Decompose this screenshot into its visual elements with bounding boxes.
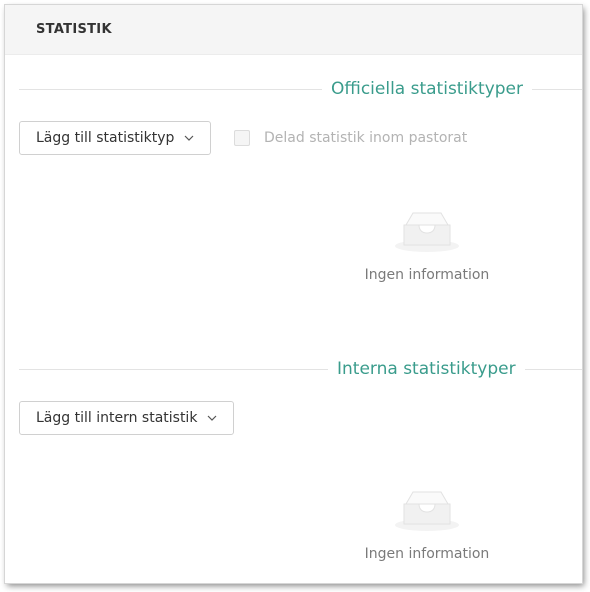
chevron-down-icon — [184, 135, 194, 141]
shared-statistics-checkbox[interactable] — [234, 130, 250, 146]
statistics-panel: STATISTIK Officiella statistiktyper Lägg… — [5, 5, 582, 583]
add-internal-statistic-label: Lägg till intern statistik — [36, 410, 198, 426]
empty-inbox-icon — [392, 209, 462, 257]
add-statistic-type-label: Lägg till statistiktyp — [36, 130, 175, 146]
chevron-down-icon — [207, 415, 217, 421]
empty-inbox-icon — [392, 488, 462, 536]
add-internal-statistic-button[interactable]: Lägg till intern statistik — [19, 401, 235, 435]
shared-statistics-label: Delad statistik inom pastorat — [264, 130, 468, 146]
panel-title: STATISTIK — [36, 22, 112, 37]
empty-state-official: Ingen information — [327, 209, 527, 283]
shared-statistics-checkbox-row[interactable]: Delad statistik inom pastorat — [234, 130, 467, 146]
panel-header: STATISTIK — [5, 5, 582, 55]
empty-state-internal: Ingen information — [327, 488, 527, 562]
add-statistic-type-button[interactable]: Lägg till statistiktyp — [19, 121, 212, 155]
empty-state-text: Ingen information — [364, 546, 490, 562]
empty-state-text: Ingen information — [364, 267, 490, 283]
section-title-official: Officiella statistiktyper — [322, 79, 532, 99]
section-title-internal: Interna statistiktyper — [328, 359, 525, 379]
